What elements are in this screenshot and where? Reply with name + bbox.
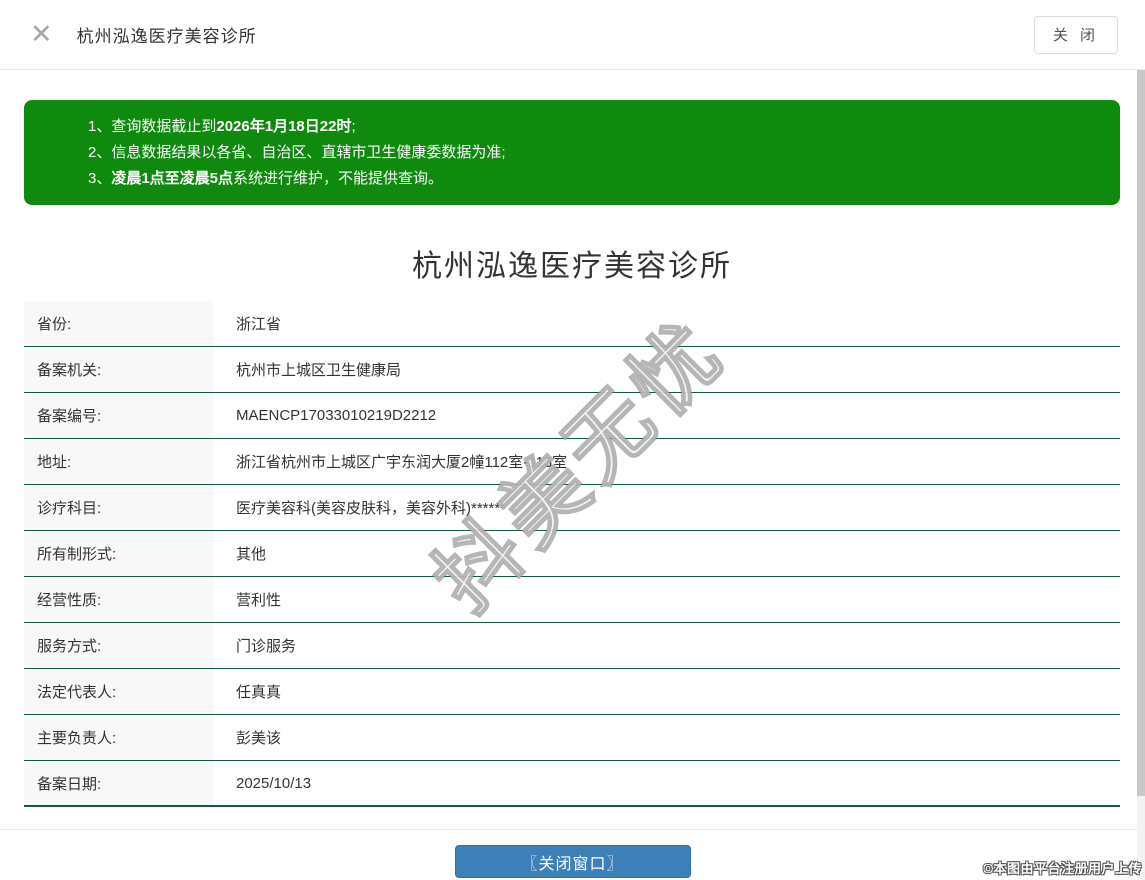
notice-text: ;: [351, 118, 356, 135]
table-row-main-responsible-person: 主要负责人: 彭美该: [24, 715, 1120, 761]
row-value: 浙江省: [236, 316, 282, 333]
table-row-ownership-form: 所有制形式: 其他: [24, 531, 1120, 577]
table-row-province: 省份: 浙江省: [24, 301, 1120, 347]
notice-box: 1、查询数据截止到2026年1月18日22时; 2、信息数据结果以各省、自治区、…: [24, 100, 1120, 205]
table-row-business-nature: 经营性质: 营利性: [24, 577, 1120, 623]
row-label: 备案编号:: [24, 393, 213, 438]
table-row-filing-authority: 备案机关: 杭州市上城区卫生健康局: [24, 347, 1120, 393]
notice-line-number: 1、: [88, 118, 112, 135]
row-value: 营利性: [236, 592, 282, 609]
dialog-header: ✕ 杭州泓逸医疗美容诊所 关 闭: [0, 0, 1145, 70]
row-value: 2025/10/13: [236, 774, 312, 792]
notice-line-1: 1、查询数据截止到2026年1月18日22时;: [88, 114, 1100, 140]
close-x-icon[interactable]: ✕: [30, 21, 53, 48]
notice-text: 查询数据截止到: [111, 118, 217, 135]
close-button[interactable]: 关 闭: [1033, 15, 1118, 54]
table-row-service-mode: 服务方式: 门诊服务: [24, 623, 1120, 669]
dialog-title: 杭州泓逸医疗美容诊所: [76, 27, 257, 46]
row-value: 杭州市上城区卫生健康局: [236, 362, 402, 379]
row-label: 备案日期:: [24, 761, 213, 805]
row-label: 经营性质:: [24, 577, 213, 622]
row-value: 浙江省杭州市上城区广宇东润大厦2幢112室-113室: [236, 454, 568, 471]
row-label: 诊疗科目:: [24, 485, 213, 530]
scrollbar-thumb[interactable]: [1137, 70, 1145, 796]
table-row-filing-date: 备案日期: 2025/10/13: [24, 761, 1120, 807]
dialog-body: 1、查询数据截止到2026年1月18日22时; 2、信息数据结果以各省、自治区、…: [0, 100, 1145, 807]
row-value: MAENCP17033010219D2212: [236, 407, 437, 424]
row-label: 备案机关:: [24, 347, 213, 392]
table-row-legal-representative: 法定代表人: 任真真: [24, 669, 1120, 715]
notice-text-bold: 凌晨1点至凌晨5点: [111, 170, 234, 187]
row-label: 地址:: [24, 439, 213, 484]
copyright-watermark: ©本图由平台注册用户上传: [983, 861, 1142, 876]
row-value: 其他: [236, 546, 267, 563]
notice-line-number: 3、: [88, 170, 112, 187]
clinic-name-title: 杭州泓逸医疗美容诊所: [412, 250, 732, 283]
row-value: 彭美该: [236, 730, 282, 747]
row-value: 门诊服务: [236, 638, 297, 655]
table-row-medical-subjects: 诊疗科目: 医疗美容科(美容皮肤科，美容外科)******: [24, 485, 1120, 531]
footer-divider: [0, 829, 1145, 830]
notice-text-bold: 2026年1月18日22时: [216, 118, 352, 135]
row-label: 主要负责人:: [24, 715, 213, 760]
info-table: 省份: 浙江省 备案机关: 杭州市上城区卫生健康局 备案编号: MAENCP17…: [24, 301, 1120, 807]
notice-line-2: 2、信息数据结果以各省、自治区、直辖市卫生健康委数据为准;: [88, 140, 1100, 166]
footer-bar: 〖关闭窗口〗: [0, 845, 1145, 878]
close-window-button[interactable]: 〖关闭窗口〗: [454, 845, 691, 878]
row-label: 服务方式:: [24, 623, 213, 668]
vertical-scrollbar[interactable]: [1137, 70, 1145, 880]
row-value: 医疗美容科(美容皮肤科，美容外科)******: [236, 500, 507, 517]
notice-line-number: 2、: [88, 144, 112, 161]
row-value: 任真真: [236, 684, 282, 701]
row-label: 法定代表人:: [24, 669, 213, 714]
notice-text: 系统进行维护，不能提供查询。: [233, 170, 444, 187]
notice-text: 信息数据结果以各省、自治区、直辖市卫生健康委数据为准;: [111, 144, 506, 161]
notice-line-3: 3、凌晨1点至凌晨5点系统进行维护，不能提供查询。: [88, 166, 1100, 192]
table-row-address: 地址: 浙江省杭州市上城区广宇东润大厦2幢112室-113室: [24, 439, 1120, 485]
row-label: 省份:: [24, 301, 213, 346]
table-row-filing-number: 备案编号: MAENCP17033010219D2212: [24, 393, 1120, 439]
row-label: 所有制形式:: [24, 531, 213, 576]
